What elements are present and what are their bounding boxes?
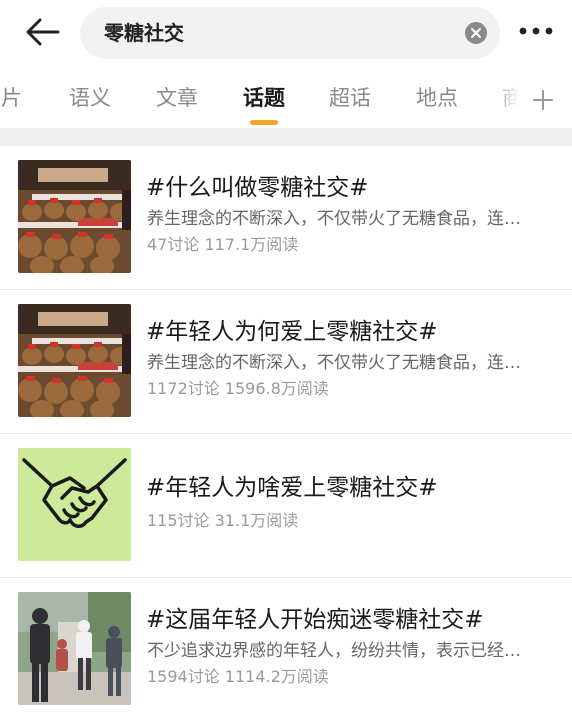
topic-item[interactable]: #这届年轻人开始痴迷零糖社交# 不少追求边界感的年轻人，纷纷共情，表示已经… 1… bbox=[0, 578, 572, 722]
topic-title: #年轻人为何爱上零糖社交# bbox=[146, 319, 438, 345]
topic-title: #这届年轻人开始痴迷零糖社交# bbox=[146, 607, 484, 633]
top-bar: 零糖社交 bbox=[0, 0, 572, 66]
people-photo-image bbox=[18, 592, 131, 705]
topic-thumbnail bbox=[18, 448, 131, 561]
tab-topics[interactable]: 话题 bbox=[243, 84, 285, 112]
tab-super-topics[interactable]: 超话 bbox=[329, 84, 371, 112]
topic-description: 养生理念的不断深入，不仅带火了无糖食品，连… bbox=[147, 353, 521, 373]
back-button[interactable] bbox=[18, 12, 66, 52]
topic-stats: 115讨论 31.1万阅读 bbox=[147, 511, 299, 530]
topic-title: #什么叫做零糖社交# bbox=[146, 175, 369, 201]
topic-thumbnail bbox=[18, 304, 131, 417]
plus-icon bbox=[533, 90, 553, 110]
tab-articles[interactable]: 文章 bbox=[156, 84, 198, 112]
tab-semantic[interactable]: 语义 bbox=[69, 84, 111, 112]
topic-item[interactable]: #年轻人为啥爱上零糖社交# 115讨论 31.1万阅读 bbox=[0, 434, 572, 578]
add-tab-button[interactable] bbox=[518, 80, 568, 120]
active-tab-indicator bbox=[250, 120, 278, 125]
topic-item[interactable]: #什么叫做零糖社交# 养生理念的不断深入，不仅带火了无糖食品，连… 47讨论 1… bbox=[0, 146, 572, 290]
topic-thumbnail bbox=[18, 592, 131, 705]
topic-item[interactable]: #年轻人为何爱上零糖社交# 养生理念的不断深入，不仅带火了无糖食品，连… 117… bbox=[0, 290, 572, 434]
close-icon bbox=[471, 28, 481, 38]
clear-search-button[interactable] bbox=[465, 22, 487, 44]
topic-title: #年轻人为啥爱上零糖社交# bbox=[146, 475, 438, 501]
capybara-plush-image bbox=[18, 304, 131, 417]
arrow-left-icon bbox=[26, 18, 60, 46]
topic-stats: 1594讨论 1114.2万阅读 bbox=[147, 667, 329, 686]
search-query: 零糖社交 bbox=[104, 21, 184, 45]
capybara-plush-image bbox=[18, 160, 131, 273]
tab-places[interactable]: 地点 bbox=[416, 84, 458, 112]
section-divider bbox=[0, 128, 572, 146]
topic-description: 养生理念的不断深入，不仅带火了无糖食品，连… bbox=[147, 209, 521, 229]
topic-description: 不少追求边界感的年轻人，纷纷共情，表示已经… bbox=[147, 641, 521, 661]
tab-pictures[interactable]: 图片 bbox=[0, 84, 22, 112]
handshake-icon bbox=[18, 448, 131, 561]
more-horizontal-icon bbox=[519, 27, 553, 35]
category-tabs: 图片 语义 文章 话题 超话 地点 商品 bbox=[0, 70, 572, 124]
topic-stats: 47讨论 117.1万阅读 bbox=[147, 235, 299, 254]
tabs-fade bbox=[490, 80, 520, 120]
more-button[interactable] bbox=[514, 16, 558, 46]
topic-stats: 1172讨论 1596.8万阅读 bbox=[147, 379, 329, 398]
topic-thumbnail bbox=[18, 160, 131, 273]
search-input[interactable]: 零糖社交 bbox=[80, 7, 500, 59]
